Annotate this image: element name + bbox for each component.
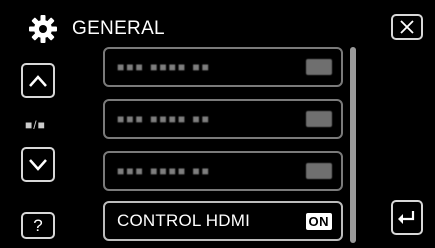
menu-item-control-hdmi[interactable]: CONTROL HDMI ON: [103, 201, 343, 241]
return-arrow-icon: [398, 210, 415, 224]
menu-item-value: [306, 59, 332, 75]
gear-icon: [29, 15, 57, 43]
menu-item-3[interactable]: ■■■ ■■■■ ■■: [103, 151, 343, 191]
scroll-down-button[interactable]: [21, 147, 55, 182]
menu-item-1[interactable]: ■■■ ■■■■ ■■: [103, 47, 343, 87]
menu-item-value: [306, 163, 332, 179]
scroll-up-button[interactable]: [21, 63, 55, 98]
back-button[interactable]: [391, 200, 423, 235]
chevron-up-icon: [29, 74, 47, 87]
help-button[interactable]: ?: [21, 212, 55, 239]
value-badge: ON: [305, 212, 332, 230]
close-button[interactable]: [391, 14, 423, 40]
close-icon: [400, 20, 414, 34]
page-indicator: ■/■: [25, 118, 46, 132]
scrollbar-thumb[interactable]: [350, 47, 356, 243]
menu-item-label: ■■■ ■■■■ ■■: [117, 164, 211, 178]
menu-item-value: [306, 111, 332, 127]
header: GENERAL: [28, 14, 165, 44]
scrollbar-track[interactable]: [350, 47, 356, 243]
menu-item-2[interactable]: ■■■ ■■■■ ■■: [103, 99, 343, 139]
page-title: GENERAL: [72, 18, 165, 39]
menu-item-label: ■■■ ■■■■ ■■: [117, 60, 211, 74]
menu-item-label: CONTROL HDMI: [117, 211, 251, 230]
menu-item-label: ■■■ ■■■■ ■■: [117, 112, 211, 126]
chevron-down-icon: [29, 158, 47, 171]
